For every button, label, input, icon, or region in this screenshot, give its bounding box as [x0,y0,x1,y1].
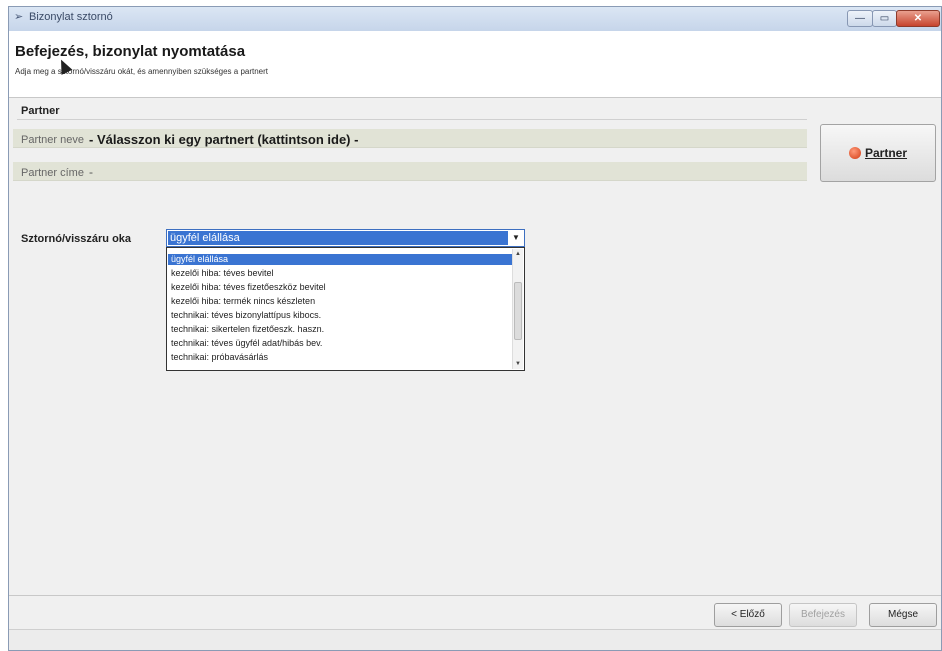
partner-name-label: Partner neve [21,134,84,146]
finish-button[interactable]: Befejezés [789,603,857,627]
partner-name-value[interactable]: - Válasszon ki egy partnert (kattintson … [89,132,358,147]
list-item[interactable]: kezelői hiba: téves bevitel [168,268,512,279]
partner-address-value: - [89,165,93,179]
dialog-window: ➢ Bizonylat sztornó — ▭ ✕ Befejezés, biz… [8,6,942,651]
list-item[interactable]: technikai: sikertelen fizetőeszk. haszn. [168,324,512,335]
footer-divider [9,595,941,596]
dropdown-scrollbar[interactable]: ▲ ▼ [512,249,523,369]
partner-button[interactable]: Partner [820,124,936,182]
window-title: Bizonylat sztornó [29,11,113,23]
scroll-up-icon[interactable]: ▲ [513,249,523,259]
partner-group-divider [17,119,807,120]
reason-label: Sztornó/visszáru oka [21,233,132,245]
reason-selected-value: ügyfél elállása [168,231,508,245]
page-title: Befejezés, bizonylat nyomtatása [15,43,246,60]
list-item[interactable]: technikai: próbavásárlás [168,352,512,363]
partner-group-title: Partner [21,105,60,117]
app-icon: ➢ [14,11,24,23]
cancel-button[interactable]: Mégse [869,603,937,627]
list-item[interactable]: kezelői hiba: termék nincs készleten [168,296,512,307]
title-bar[interactable]: ➢ Bizonylat sztornó — ▭ ✕ [9,7,941,32]
chevron-down-icon[interactable]: ▼ [510,231,522,245]
minimize-button[interactable]: — [847,10,873,27]
status-bar [9,629,941,650]
list-item[interactable]: ügyfél elállása [168,254,512,265]
list-item[interactable]: technikai: téves ügyfél adat/hibás bev. [168,338,512,349]
scroll-down-icon[interactable]: ▼ [513,359,523,369]
page-subtitle: Adja meg a sztornó/visszáru okát, és ame… [15,67,269,76]
list-item[interactable]: kezelői hiba: téves fizetőeszköz bevitel [168,282,512,293]
wizard-header: Befejezés, bizonylat nyomtatása Adja meg… [9,31,941,98]
partner-icon [848,147,861,159]
reason-dropdown-list[interactable]: ügyfél elállása kezelői hiba: téves bevi… [166,247,525,371]
reason-select[interactable]: ügyfél elállása ▼ [166,229,525,247]
maximize-button[interactable]: ▭ [872,10,897,27]
partner-button-label: Partner [864,146,908,160]
partner-address-label: Partner címe [21,167,84,179]
close-button[interactable]: ✕ [896,10,940,27]
partner-address-field [13,162,807,181]
scrollbar-thumb[interactable] [514,282,522,340]
back-button[interactable]: < Előző [714,603,782,627]
list-item[interactable]: technikai: téves bizonylattípus kibocs. [168,310,512,321]
